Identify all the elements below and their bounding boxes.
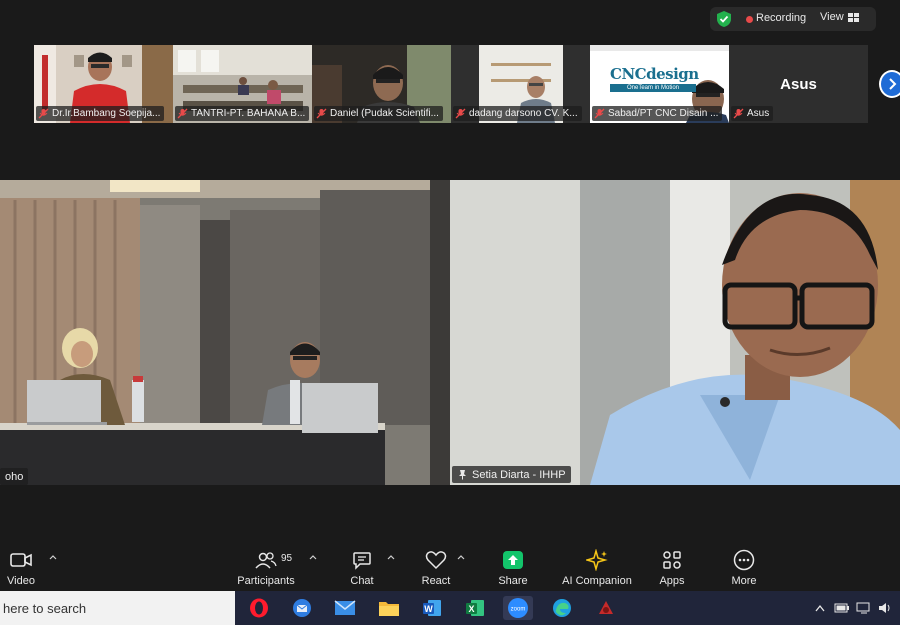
participant-thumbnail-strip: Dr.Ir.Bambang Soepija... TANTRI-PT. BAHA… [34,45,868,123]
participant-name-tag: Dr.Ir.Bambang Soepija... [36,106,165,121]
grid-view-icon [847,12,859,22]
zoom-meeting-window: Recording View Dr.Ir.Bambang Soepija... … [0,0,900,625]
thumbnail-tile[interactable]: Daniel (Pudak Scientifi... [312,45,451,123]
thumbnail-tile[interactable]: Asus Asus [729,45,868,123]
sparkle-icon [584,547,610,573]
participant-name-tag: Asus [731,106,774,121]
apps-icon [659,547,685,573]
thumbnail-tile[interactable]: CNCdesign OneTeam in Motion Sabad/PT CNC… [590,45,729,123]
video-label: Video [7,575,35,587]
participant-name: oho [5,470,24,483]
speaker-icon[interactable] [878,602,892,614]
participant-name-tag: dadang darsono CV. K... [453,106,582,121]
chevron-up-icon[interactable] [387,554,395,560]
mic-muted-icon [594,108,605,119]
mic-muted-icon [316,108,327,119]
next-page-button[interactable] [879,70,900,98]
main-video-left[interactable]: oho [0,180,450,485]
chevron-up-icon[interactable] [457,554,465,560]
meeting-controls-toolbar: Video Participants 95 Chat React Share A… [0,540,900,591]
participant-name: Setia Diarta - IHHP [472,468,566,481]
ai-companion-label: AI Companion [562,575,632,587]
svg-text:W: W [424,604,433,614]
participant-initials-label: Asus [780,76,817,93]
participant-name-tag: TANTRI-PT. BAHANA B... [175,106,309,121]
main-video-right[interactable]: Setia Diarta - IHHP [450,180,900,485]
chevron-up-icon[interactable] [309,554,317,560]
participant-name-tag: Sabad/PT CNC Disain ... [592,106,723,121]
file-explorer-icon[interactable] [377,596,401,620]
ai-companion-button[interactable]: AI Companion [560,540,634,591]
shield-check-icon [717,11,731,27]
recording-label: Recording [756,12,807,24]
chevron-right-icon [889,78,897,90]
participant-name: dadang darsono CV. K... [469,108,578,119]
meeting-room-video-feed [0,180,450,485]
chat-label: Chat [350,575,374,587]
system-tray [814,600,892,616]
cnc-design-logo: CNCdesign OneTeam in Motion [610,65,720,92]
mic-muted-icon [177,108,188,119]
app-badge-icon[interactable] [594,596,618,620]
windows-taskbar: here to search W X zoom [0,591,900,625]
react-label: React [421,575,451,587]
recording-status-pill[interactable]: Recording View [710,7,876,31]
recording-dot-icon [746,16,753,23]
zoom-app-icon[interactable]: zoom [503,596,533,620]
participants-count: 95 [281,553,293,564]
apps-button[interactable]: Apps [656,540,688,591]
thunderbird-icon[interactable] [290,596,314,620]
share-label: Share [498,575,528,587]
thumbnail-tile[interactable]: Dr.Ir.Bambang Soepija... [34,45,173,123]
video-camera-icon [8,547,34,573]
word-icon[interactable]: W [420,596,444,620]
chat-icon [349,547,375,573]
cnc-logo-brand: CNCdesign [610,65,699,83]
mail-icon[interactable] [333,596,357,620]
view-label: View [820,11,844,23]
opera-browser-icon[interactable] [247,596,271,620]
participant-name: Asus [747,108,770,119]
chevron-up-icon[interactable] [49,554,57,560]
participant-name: TANTRI-PT. BAHANA B... [191,108,306,119]
chevron-up-icon[interactable] [814,603,826,613]
participant-name: Daniel (Pudak Scientifi... [330,108,439,119]
svg-text:zoom: zoom [511,607,526,613]
participant-name-tag: Daniel (Pudak Scientifi... [314,106,443,121]
edge-browser-icon[interactable] [550,596,574,620]
pin-icon [459,470,466,480]
apps-label: Apps [659,575,685,587]
more-label: More [731,575,757,587]
mic-muted-icon [455,108,466,119]
battery-icon[interactable] [834,603,850,613]
mic-muted-icon [733,108,744,119]
react-button[interactable]: React [418,540,454,591]
view-button[interactable]: View [820,11,859,23]
search-placeholder: here to search [3,600,87,616]
participants-label: Participants [237,575,295,587]
cnc-logo-tagline: OneTeam in Motion [610,84,696,92]
share-button[interactable]: Share [497,540,529,591]
share-screen-icon [500,547,526,573]
top-status-bar: Recording View [0,0,900,38]
mic-muted-icon [38,108,49,119]
main-video-name-tag: Setia Diarta - IHHP [452,466,571,483]
thumbnail-tile[interactable]: dadang darsono CV. K... [451,45,590,123]
main-video-name-tag: oho [0,468,29,485]
network-icon[interactable] [856,602,872,614]
more-options-icon [731,547,757,573]
heart-icon [423,547,449,573]
participant-name: Dr.Ir.Bambang Soepija... [52,108,161,119]
participant-name: Sabad/PT CNC Disain ... [608,108,719,119]
speaker-video-feed [450,180,900,485]
excel-icon[interactable]: X [463,596,487,620]
taskbar-search-input[interactable]: here to search [0,591,235,625]
participants-button[interactable]: Participants [236,540,296,591]
svg-text:X: X [468,604,474,614]
thumbnail-tile[interactable]: TANTRI-PT. BAHANA B... [173,45,312,123]
participants-icon [253,547,279,573]
video-button[interactable]: Video [2,540,40,591]
chat-button[interactable]: Chat [345,540,379,591]
more-button[interactable]: More [728,540,760,591]
